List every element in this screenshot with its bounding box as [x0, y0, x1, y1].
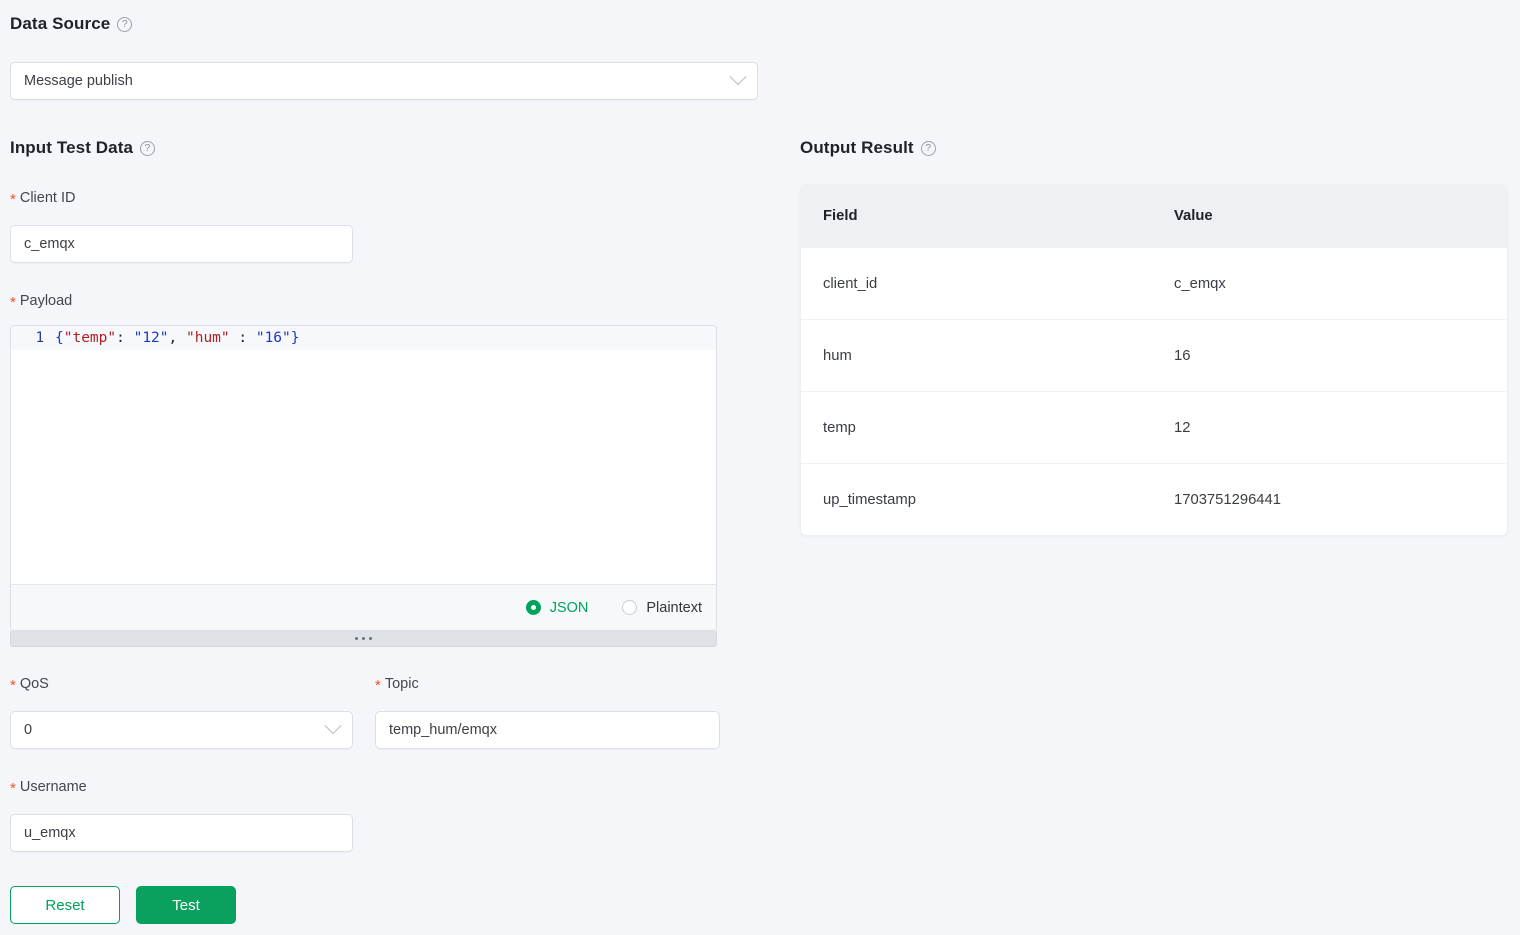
table-header-row: Field Value — [801, 185, 1507, 247]
payload-format-json-label: JSON — [549, 599, 589, 616]
qos-select[interactable]: 0 — [10, 711, 353, 749]
payload-code-editor[interactable]: 1 {"temp": "12", "hum" : "16"} JSON Plai… — [10, 325, 717, 631]
code-token-value-hum: "16" — [255, 330, 291, 346]
code-token-colon-2: : — [238, 330, 248, 346]
payload-editor-body[interactable]: 1 {"temp": "12", "hum" : "16"} — [11, 326, 716, 584]
reset-button[interactable]: Reset — [10, 886, 120, 924]
username-value: u_emqx — [24, 825, 76, 841]
table-row: hum 16 — [801, 319, 1507, 391]
code-token-colon-1: : — [116, 330, 125, 346]
code-token-open-brace: { — [55, 330, 64, 346]
question-circle-icon[interactable]: ? — [920, 140, 936, 156]
payload-format-toolbar: JSON Plaintext — [11, 584, 716, 630]
code-token-close-brace: } — [290, 330, 300, 346]
question-circle-icon[interactable]: ? — [117, 16, 133, 32]
required-marker: * — [375, 677, 381, 694]
output-result-title: Output Result — [800, 138, 914, 157]
qos-label: * QoS — [10, 676, 49, 694]
qos-value: 0 — [24, 722, 33, 738]
table-cell-value: 1703751296441 — [1174, 491, 1281, 508]
data-source-heading: Data Source ? — [10, 14, 133, 34]
table-cell-field: client_id — [823, 275, 878, 292]
qos-label-text: QoS — [19, 676, 49, 692]
input-test-data-title: Input Test Data — [10, 138, 134, 157]
topic-value: temp_hum/emqx — [389, 722, 497, 738]
code-content: {"temp": "12", "hum" : "16"} — [55, 326, 300, 350]
code-token-comma: , — [168, 330, 178, 346]
table-cell-field: hum — [823, 347, 852, 364]
client-id-label-text: Client ID — [19, 190, 76, 206]
chevron-down-icon — [729, 68, 747, 86]
drag-dots-icon — [355, 637, 358, 640]
payload-format-json-radio[interactable]: JSON — [525, 599, 589, 616]
code-token-key-temp: "temp" — [63, 330, 117, 346]
username-label-text: Username — [19, 779, 87, 795]
table-cell-value: 12 — [1174, 419, 1191, 436]
payload-resize-handle[interactable] — [10, 631, 717, 647]
output-result-table: Field Value client_id c_emqx hum 16 temp… — [800, 184, 1508, 536]
payload-editor: 1 {"temp": "12", "hum" : "16"} JSON Plai… — [10, 325, 717, 647]
table-header-field: Field — [823, 208, 858, 224]
table-row: up_timestamp 1703751296441 — [801, 463, 1507, 535]
client-id-input[interactable]: c_emqx — [10, 225, 353, 263]
client-id-label: * Client ID — [10, 190, 76, 208]
data-source-selected-value: Message publish — [24, 73, 133, 89]
line-number: 1 — [35, 330, 44, 346]
payload-label: * Payload — [10, 293, 73, 311]
test-button[interactable]: Test — [136, 886, 236, 924]
table-row: client_id c_emqx — [801, 247, 1507, 319]
table-cell-field: up_timestamp — [823, 491, 916, 508]
topic-input[interactable]: temp_hum/emqx — [375, 711, 720, 749]
table-header-value: Value — [1174, 208, 1213, 224]
table-cell-value: 16 — [1174, 347, 1191, 364]
question-circle-icon[interactable]: ? — [140, 140, 156, 156]
drag-dots-icon — [362, 637, 365, 640]
table-cell-value: c_emqx — [1174, 275, 1226, 292]
action-buttons: Reset Test — [10, 886, 236, 924]
username-input[interactable]: u_emqx — [10, 814, 353, 852]
topic-label-text: Topic — [384, 676, 419, 692]
radio-unselected-icon — [622, 600, 638, 615]
code-line-1: 1 {"temp": "12", "hum" : "16"} — [11, 326, 716, 350]
drag-dots-icon — [369, 637, 372, 640]
radio-selected-icon — [525, 600, 541, 615]
payload-label-text: Payload — [19, 293, 73, 309]
table-cell-field: temp — [823, 419, 856, 436]
input-test-data-heading: Input Test Data ? — [10, 138, 156, 158]
code-token-value-temp: "12" — [133, 330, 169, 346]
username-label: * Username — [10, 779, 87, 797]
payload-format-plaintext-radio[interactable]: Plaintext — [622, 600, 702, 616]
data-source-title: Data Source — [10, 14, 111, 33]
rule-engine-sql-test-panel: Data Source ? Message publish Input Test… — [0, 0, 1520, 935]
code-token-key-hum: "hum" — [185, 330, 230, 346]
required-marker: * — [10, 677, 16, 694]
client-id-value: c_emqx — [24, 236, 75, 252]
table-row: temp 12 — [801, 391, 1507, 463]
chevron-down-icon — [324, 717, 342, 735]
data-source-select[interactable]: Message publish — [10, 62, 758, 100]
required-marker: * — [10, 294, 16, 311]
required-marker: * — [10, 780, 16, 797]
topic-label: * Topic — [375, 676, 419, 694]
required-marker: * — [10, 191, 16, 208]
payload-format-plaintext-label: Plaintext — [646, 599, 702, 616]
output-result-heading: Output Result ? — [800, 138, 936, 158]
